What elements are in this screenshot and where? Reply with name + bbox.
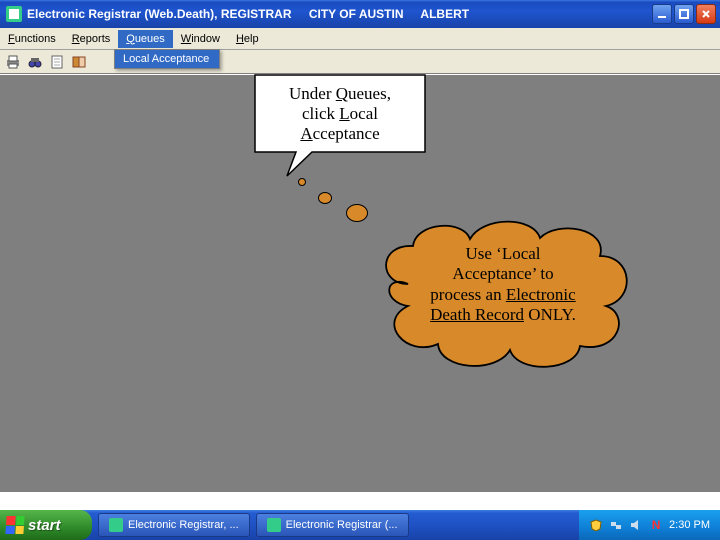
menu-window[interactable]: Window [173,30,228,48]
app-icon [6,6,22,22]
system-tray: N 2:30 PM [579,510,720,540]
callout-text: Under Queues, click Local Acceptance [258,78,422,148]
maximize-button[interactable] [674,4,694,24]
cloud-l4b: ONLY. [524,305,576,324]
callout-l3b: cceptance [313,124,380,143]
title-user: ALBERT [420,7,469,21]
callout-l2b: ocal [350,104,378,123]
cloud-l3a: process an [430,285,506,304]
start-button[interactable]: start [0,510,92,540]
document-icon[interactable] [48,53,66,71]
cloud-text: Use ‘Local Acceptance’ to process an Ele… [396,244,610,326]
taskbar-item-2-label: Electronic Registrar (... [286,519,398,531]
callout-l1u: Q [336,84,348,103]
thought-bubble-1 [298,178,306,186]
start-label: start [28,517,61,534]
cloud-l4u: Death Record [430,305,524,324]
callout-l1a: Under [289,84,336,103]
task-app-icon-2 [267,518,281,532]
windows-logo-icon [5,516,24,534]
tray-network-icon[interactable] [609,518,623,532]
thought-cloud: Use ‘Local Acceptance’ to process an Ele… [368,214,638,374]
callout-l3u: A [300,124,312,143]
cloud-l1: Use ‘Local [465,244,540,263]
tray-n-icon[interactable]: N [649,518,663,532]
cloud-l2: Acceptance’ to [452,264,553,283]
task-app-icon [109,518,123,532]
window-titlebar: Electronic Registrar (Web.Death), REGIST… [0,0,720,28]
print-icon[interactable] [4,53,22,71]
book-icon[interactable] [70,53,88,71]
queues-dropdown: Local Acceptance [114,49,220,69]
thought-bubble-2 [318,192,332,204]
menu-functions-rest: unctions [15,33,56,45]
title-org: CITY OF AUSTIN [309,7,404,21]
toolbar [0,50,720,74]
tray-volume-icon[interactable] [629,518,643,532]
callout-l2a: click [302,104,339,123]
taskbar-item-1[interactable]: Electronic Registrar, ... [98,513,250,537]
taskbar-item-2[interactable]: Electronic Registrar (... [256,513,409,537]
menu-help[interactable]: Help [228,30,267,48]
window-controls [652,4,716,24]
slide-root: Electronic Registrar (Web.Death), REGIST… [0,0,720,540]
dropdown-local-acceptance[interactable]: Local Acceptance [115,50,219,68]
menu-reports[interactable]: Reports [64,30,119,48]
taskbar-item-1-label: Electronic Registrar, ... [128,519,239,531]
callout-l2u: L [339,104,349,123]
minimize-button[interactable] [652,4,672,24]
menubar: Functions Reports Queues Window Help [0,28,720,50]
menu-functions[interactable]: Functions [0,30,64,48]
title-text: Electronic Registrar (Web.Death), REGIST… [27,7,483,21]
tray-clock[interactable]: 2:30 PM [669,519,710,531]
binoculars-icon[interactable] [26,53,44,71]
title-app: Electronic Registrar (Web.Death), REGIST… [27,7,292,21]
taskbar: start Electronic Registrar, ... Electron… [0,510,720,540]
close-button[interactable] [696,4,716,24]
cloud-l3u: Electronic [506,285,576,304]
tray-shield-icon[interactable] [589,518,603,532]
callout-l1b: ueues, [348,84,391,103]
thought-bubble-3 [346,204,368,222]
menu-queues[interactable]: Queues [118,30,173,48]
